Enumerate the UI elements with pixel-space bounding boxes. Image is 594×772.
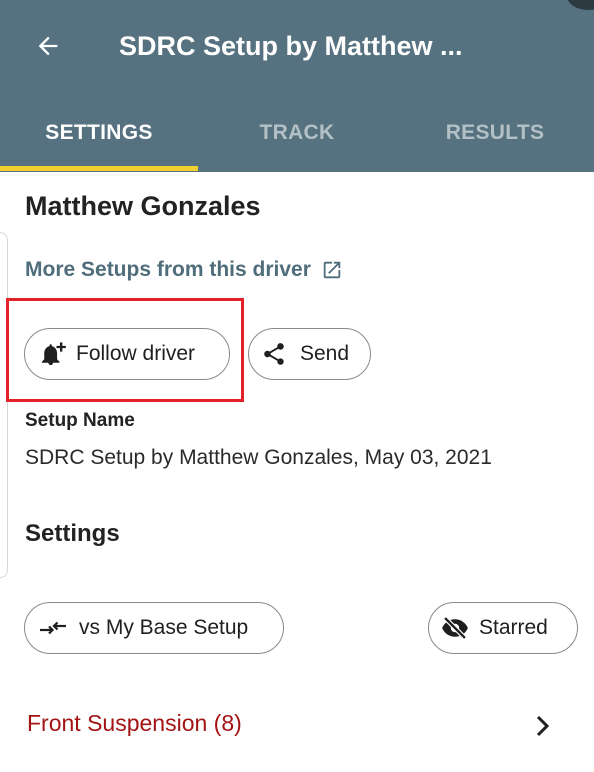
- arrow-left-icon: [38, 36, 58, 56]
- driver-name: Matthew Gonzales: [25, 191, 261, 221]
- more-setups-link[interactable]: More Setups from this driver: [25, 258, 343, 282]
- setup-name-label: Setup Name: [25, 410, 135, 431]
- status-indicator: [566, 0, 594, 10]
- chevron-right-icon: [530, 712, 556, 740]
- send-label: Send: [300, 342, 350, 365]
- share-icon: [261, 341, 287, 367]
- compare-arrows-icon: [37, 617, 69, 639]
- compare-label: vs My Base Setup: [79, 616, 249, 639]
- starred-label: Starred: [479, 616, 548, 639]
- tab-settings[interactable]: SETTINGS: [0, 100, 198, 166]
- follow-driver-label: Follow driver: [76, 342, 196, 365]
- section-row-front-suspension[interactable]: Front Suspension (8): [0, 694, 594, 758]
- setup-name-value: SDRC Setup by Matthew Gonzales, May 03, …: [25, 446, 492, 469]
- follow-driver-button[interactable]: Follow driver: [24, 328, 230, 380]
- tab-results[interactable]: RESULTS: [396, 100, 594, 166]
- send-button[interactable]: Send: [248, 328, 371, 380]
- page-title: SDRC Setup by Matthew ...: [119, 31, 463, 61]
- section-label: Front Suspension (8): [27, 710, 242, 736]
- settings-heading: Settings: [25, 520, 120, 547]
- compare-base-setup-button[interactable]: vs My Base Setup: [24, 602, 284, 654]
- starred-toggle-button[interactable]: Starred: [428, 602, 578, 654]
- app-screen: SDRC Setup by Matthew ... SETTINGS TRACK…: [0, 0, 594, 772]
- open-external-icon: [321, 259, 343, 281]
- back-button[interactable]: [26, 22, 70, 70]
- tab-track[interactable]: TRACK: [198, 100, 396, 166]
- side-panel-edge: [0, 232, 8, 578]
- eye-off-icon: [441, 614, 469, 642]
- app-header: SDRC Setup by Matthew ... SETTINGS TRACK…: [0, 0, 594, 172]
- tab-bar: SETTINGS TRACK RESULTS: [0, 100, 594, 172]
- active-tab-indicator: [0, 166, 198, 171]
- bell-plus-icon: [39, 340, 67, 368]
- more-setups-label: More Setups from this driver: [25, 258, 311, 281]
